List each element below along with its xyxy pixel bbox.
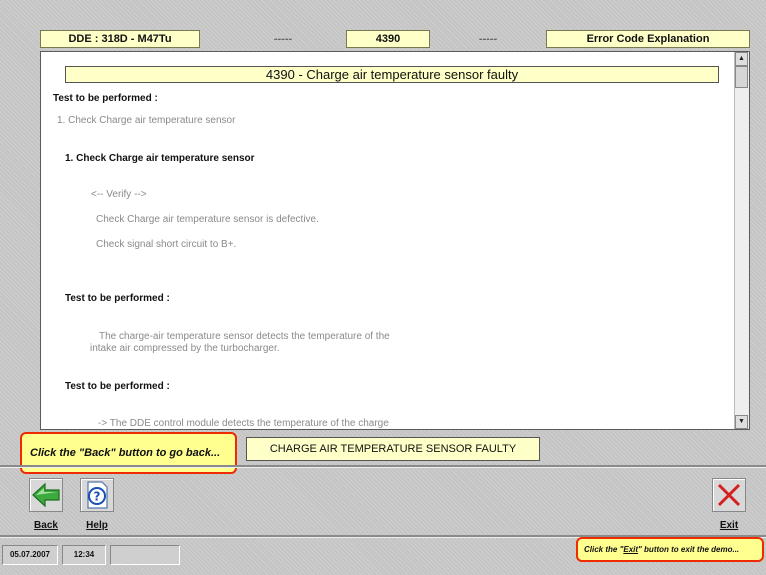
- exit-hint-prefix: Click the ": [584, 545, 624, 554]
- vertical-scrollbar[interactable]: ▲ ▼: [734, 52, 749, 429]
- status-field: [110, 545, 180, 565]
- status-date: 05.07.2007: [2, 545, 58, 565]
- fault-status-field: CHARGE AIR TEMPERATURE SENSOR FAULTY: [246, 437, 540, 461]
- scroll-up-icon[interactable]: ▲: [735, 52, 748, 66]
- exit-hint-tooltip: Click the "Exit" button to exit the demo…: [576, 537, 764, 562]
- explanation-panel[interactable]: 4390 - Charge air temperature sensor fau…: [40, 51, 750, 430]
- header-separator: -----: [273, 33, 293, 45]
- section-heading: Test to be performed :: [65, 293, 170, 304]
- fault-title: 4390 - Charge air temperature sensor fau…: [65, 66, 719, 83]
- exit-hint-suffix: " button to exit the demo...: [638, 545, 740, 554]
- instruction-text: Check signal short circuit to B+.: [96, 239, 237, 250]
- view-title-field: Error Code Explanation: [546, 30, 750, 48]
- description-text: The charge-air temperature sensor detect…: [99, 331, 390, 342]
- error-code-field: 4390: [346, 30, 430, 48]
- description-text: intake air compressed by the turbocharge…: [90, 343, 280, 354]
- description-text: -> The DDE control module detects the te…: [98, 418, 389, 429]
- back-button[interactable]: [29, 478, 63, 512]
- help-question-icon: ?: [87, 481, 108, 509]
- scroll-thumb[interactable]: [735, 66, 748, 88]
- section-heading: Test to be performed :: [65, 381, 170, 392]
- section-heading: Test to be performed :: [53, 93, 158, 104]
- verify-label: <-- Verify -->: [91, 189, 147, 200]
- exit-x-icon: [717, 483, 741, 507]
- help-button[interactable]: ?: [80, 478, 114, 512]
- application-window: DDE : 318D - M47Tu ----- 4390 ----- Erro…: [0, 0, 766, 575]
- scroll-down-icon[interactable]: ▼: [735, 415, 748, 429]
- exit-button-label[interactable]: Exit: [712, 520, 746, 531]
- module-field: DDE : 318D - M47Tu: [40, 30, 200, 48]
- exit-hint-word: Exit: [623, 545, 639, 554]
- exit-button[interactable]: [712, 478, 746, 512]
- test-step-heading: 1. Check Charge air temperature sensor: [65, 153, 255, 164]
- svg-text:?: ?: [94, 490, 101, 504]
- back-arrow-icon: [32, 482, 60, 508]
- help-button-label[interactable]: Help: [80, 520, 114, 531]
- test-step-item: 1. Check Charge air temperature sensor: [57, 115, 236, 126]
- instruction-text: Check Charge air temperature sensor is d…: [96, 214, 319, 225]
- back-button-label[interactable]: Back: [29, 520, 63, 531]
- divider: [0, 465, 766, 468]
- header-separator: -----: [478, 33, 498, 45]
- status-time: 12:34: [62, 545, 106, 565]
